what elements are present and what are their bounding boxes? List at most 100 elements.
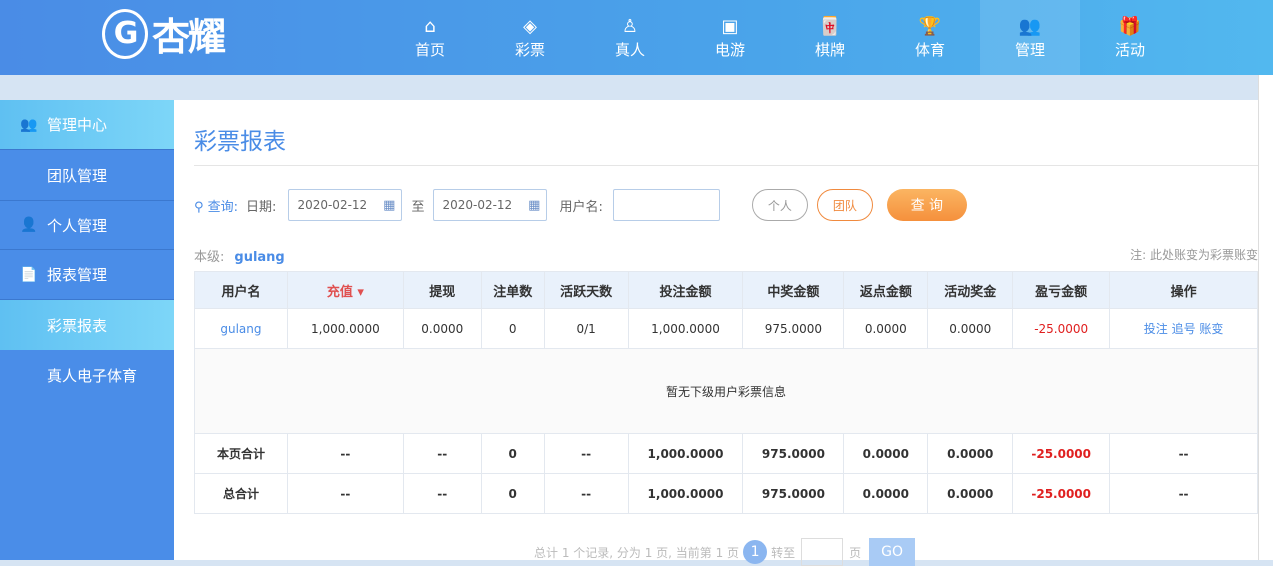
date-label: 日期: <box>246 199 277 215</box>
sort-desc-icon: ▾ <box>352 284 364 300</box>
cell: -25.0000 <box>1012 473 1111 514</box>
page-title: 彩票报表 <box>194 129 286 155</box>
cell: 0.0000 <box>927 433 1014 474</box>
cell: 本页合计 <box>194 433 288 474</box>
column-header: 活跃天数 <box>543 271 629 309</box>
nav-item[interactable]: ♙ 真人 <box>580 0 680 75</box>
users-icon: 👥 <box>1018 16 1042 37</box>
sidebar-item-reports[interactable]: 📄 报表管理 <box>0 250 174 300</box>
column-header: 盈亏金额 <box>1012 271 1111 309</box>
cell: -- <box>543 473 629 514</box>
sidebar-item-personal[interactable]: 👤 个人管理 <box>0 200 174 250</box>
nav-item[interactable]: ◈ 彩票 <box>480 0 580 75</box>
gift-icon: 🎁 <box>1118 16 1142 37</box>
page-1-button[interactable]: 1 <box>743 540 768 564</box>
action-link[interactable]: 追号 <box>1172 322 1196 336</box>
cell: 1,000.0000 <box>627 473 744 514</box>
column-header: 提现 <box>402 271 482 309</box>
total-row: 本页合计 -- -- 0 -- 1,000.0000 975.0000 0.0000 0.000… <box>194 433 1258 474</box>
cell: -25.0000 <box>1012 433 1111 474</box>
trophy-icon: 🏆 <box>918 16 942 37</box>
sidebar-item-lottery-report[interactable]: 彩票报表 <box>0 300 174 350</box>
column-header: 操作 <box>1109 271 1258 309</box>
live-icon: ♙ <box>621 16 639 37</box>
empty-message: 暂无下级用户彩票信息 <box>194 348 1258 434</box>
nav-item[interactable]: ▣ 电游 <box>680 0 780 75</box>
nav-item[interactable]: 🀄 棋牌 <box>780 0 880 75</box>
cell: 0 <box>480 433 545 474</box>
go-button[interactable]: GO <box>869 538 916 566</box>
current-level: 本级: gulang <box>194 250 285 265</box>
team-button[interactable]: 团队 <box>816 189 873 221</box>
personal-button[interactable]: 个人 <box>751 189 808 221</box>
actions-cell: 投注 追号 账变 <box>1109 308 1258 349</box>
home-icon: ⌂ <box>424 16 436 37</box>
calendar-icon: ▦ <box>528 197 541 213</box>
users-icon: 👥 <box>20 116 38 133</box>
cell[interactable]: gulang <box>194 308 288 349</box>
search-button[interactable]: 查 询 <box>886 189 967 221</box>
main-panel: 彩票报表 ⚲ 查询: 日期: 2020-02-12 ▦ 至 2020-02-12 ▦… <box>174 100 1258 566</box>
cell: 0.0000 <box>843 308 929 349</box>
sidebar-item-management-center[interactable]: 👥 管理中心 <box>0 100 174 150</box>
cell: 0.0000 <box>843 433 929 474</box>
action-link[interactable]: 账变 <box>1199 322 1223 336</box>
table-row: gulang 1,000.0000 0.0000 0 0/1 1,000.0000 975.… <box>194 308 1258 349</box>
user-icon: 👤 <box>20 217 38 233</box>
nav-item[interactable]: 👥 管理 <box>980 0 1080 75</box>
cell: -- <box>1109 433 1258 474</box>
query-bar: ⚲ 查询: 日期: 2020-02-12 ▦ 至 2020-02-12 ▦ 用户名:… <box>194 189 967 221</box>
cell: 1,000.0000 <box>286 308 404 349</box>
nav-item[interactable]: 🏆 体育 <box>880 0 980 75</box>
cell: -- <box>402 473 482 514</box>
calendar-icon: ▦ <box>383 197 396 213</box>
cell: 0/1 <box>543 308 629 349</box>
note: 注: 此处账变为彩票账变 <box>1130 248 1258 262</box>
column-header: 用户名 <box>194 271 288 309</box>
column-header: 活动奖金 <box>927 271 1014 309</box>
start-date-input[interactable]: 2020-02-12 ▦ <box>288 189 403 221</box>
cell: 975.0000 <box>742 473 845 514</box>
cell: 975.0000 <box>742 433 845 474</box>
query-label: ⚲ 查询: <box>194 199 239 215</box>
cell: 0.0000 <box>402 308 482 349</box>
logo-emblem: G <box>102 8 148 59</box>
right-side-strip <box>1258 75 1273 560</box>
cards-icon: 🀄 <box>818 16 842 37</box>
cell: 975.0000 <box>742 308 845 349</box>
column-header: 注单数 <box>480 271 545 309</box>
cell: 0.0000 <box>843 473 929 514</box>
slot-icon: ▣ <box>721 16 739 37</box>
main-nav: ⌂ 首页 ◈ 彩票 ♙ 真人 ▣ 电游 🀄 棋牌 🏆 体育 👥 管理 🎁 活动 <box>380 0 1180 75</box>
report-table: 用户名 充值 ▾ 提现 注单数 活跃天数 投注金额 中奖金额 返点金额 活动奖金 盈亏金额 操作 g… <box>194 271 1258 514</box>
total-row: 总合计 -- -- 0 -- 1,000.0000 975.0000 0.0000 0.0000… <box>194 473 1258 514</box>
report-icon: 📄 <box>20 266 38 283</box>
cell: -25.0000 <box>1012 308 1111 349</box>
pagination: 总计 1 个记录, 分为 1 页, 当前第 1 页 1 转至 页 GO <box>534 538 916 566</box>
cell: 0.0000 <box>927 308 1014 349</box>
sidebar-item-team[interactable]: 团队管理 <box>0 150 174 200</box>
logo[interactable]: G 杏耀 <box>102 6 226 61</box>
username-input[interactable] <box>612 189 720 221</box>
username-label: 用户名: <box>559 199 603 215</box>
cell: -- <box>1109 473 1258 514</box>
cell: -- <box>286 433 404 474</box>
nav-item[interactable]: 🎁 活动 <box>1080 0 1180 75</box>
end-date-input[interactable]: 2020-02-12 ▦ <box>433 189 548 221</box>
goto-page-input[interactable] <box>801 538 844 566</box>
cell: -- <box>286 473 404 514</box>
cell: 总合计 <box>194 473 288 514</box>
cell: -- <box>402 433 482 474</box>
column-header: 中奖金额 <box>742 271 845 309</box>
cell: 0 <box>480 473 545 514</box>
sidebar: 👥 管理中心 团队管理 👤 个人管理 📄 报表管理 彩票报表 真人电子体育 <box>0 100 174 560</box>
column-header: 投注金额 <box>627 271 744 309</box>
action-link[interactable]: 投注 <box>1144 322 1168 336</box>
cell: 0.0000 <box>927 473 1014 514</box>
nav-item[interactable]: ⌂ 首页 <box>380 0 480 75</box>
cell: 1,000.0000 <box>627 308 744 349</box>
column-header[interactable]: 充值 ▾ <box>286 271 404 309</box>
sidebar-item-live-sports[interactable]: 真人电子体育 <box>0 350 174 400</box>
to-label: 至 <box>411 199 425 215</box>
cell: 1,000.0000 <box>627 433 744 474</box>
